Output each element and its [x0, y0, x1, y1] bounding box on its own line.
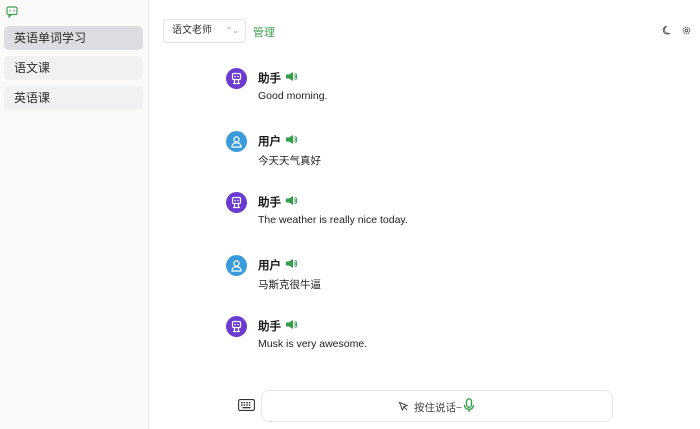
gear-icon[interactable] [681, 25, 692, 36]
keyboard-icon[interactable] [238, 399, 255, 411]
user-avatar [226, 255, 247, 276]
message-user: 用户 马斯克很牛逼 [226, 255, 606, 295]
assistant-avatar [226, 192, 247, 213]
robot-icon [231, 320, 242, 333]
assistant-avatar [226, 316, 247, 337]
message-assistant: 助手 The weather is really nice today. [226, 192, 606, 232]
manage-link[interactable]: 管理 [253, 24, 275, 40]
speaker-icon[interactable] [285, 71, 298, 82]
message-role: 用户 [258, 260, 281, 272]
message-text: 马斯克很牛逼 [258, 279, 321, 291]
cursor-icon [398, 401, 409, 412]
user-avatar [226, 131, 247, 152]
microphone-icon [463, 398, 475, 412]
message-text: Good morning. [258, 90, 328, 102]
message-text: 今天天气真好 [258, 155, 321, 167]
robot-icon [231, 72, 242, 85]
assistant-avatar [226, 68, 247, 89]
message-role: 用户 [258, 136, 281, 148]
sidebar-item-english-class[interactable]: 英语课 [4, 86, 143, 110]
message-role: 助手 [258, 321, 281, 333]
chat-logo-icon [6, 6, 18, 18]
message-role: 助手 [258, 73, 281, 85]
message-text: Musk is very awesome. [258, 338, 368, 350]
speaker-icon[interactable] [285, 195, 298, 206]
message-text: The weather is really nice today. [258, 214, 408, 226]
hold-to-talk-button[interactable]: 按住说话~ [261, 390, 613, 422]
hold-to-talk-label: 按住说话~ [414, 402, 463, 414]
robot-icon [231, 196, 242, 209]
sidebar-item-chinese-class[interactable]: 语文课 [4, 56, 143, 80]
speaker-icon[interactable] [285, 258, 298, 269]
user-icon [231, 260, 242, 272]
message-assistant: 助手 Good morning. [226, 68, 606, 108]
speaker-icon[interactable] [285, 319, 298, 330]
select-arrows-icon: ⌃⌄ [225, 26, 239, 35]
moon-icon[interactable] [662, 25, 673, 36]
user-icon [231, 136, 242, 148]
speaker-icon[interactable] [285, 134, 298, 145]
teacher-select-value: 语文老师 [172, 25, 212, 36]
teacher-select[interactable]: 语文老师 ⌃⌄ [163, 19, 246, 43]
sidebar-item-english-words[interactable]: 英语单词学习 [4, 26, 143, 50]
message-role: 助手 [258, 197, 281, 209]
message-assistant: 助手 Musk is very awesome. [226, 316, 606, 356]
message-user: 用户 今天天气真好 [226, 131, 606, 171]
sidebar: 英语单词学习 语文课 英语课 [0, 0, 149, 429]
